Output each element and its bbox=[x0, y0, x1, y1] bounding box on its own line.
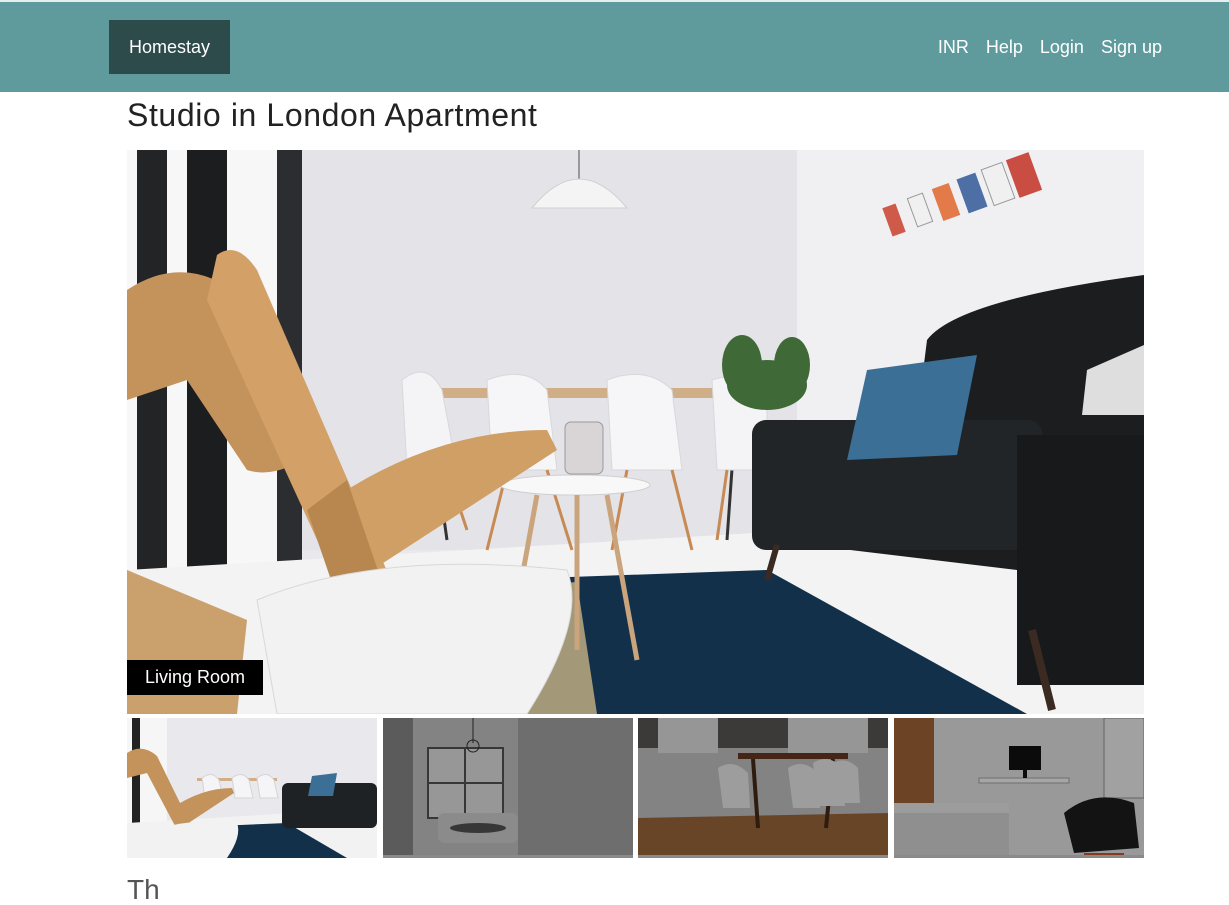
thumbnail-underline bbox=[894, 855, 1144, 858]
thumbnail-overlay bbox=[383, 718, 633, 858]
thumbnail-living-room-image bbox=[127, 718, 377, 858]
brand-logo-button[interactable]: Homestay bbox=[109, 20, 230, 74]
thumbnail-underline bbox=[383, 855, 633, 858]
navbar: Homestay INR Help Login Sign up bbox=[0, 2, 1229, 92]
nav-link-login[interactable]: Login bbox=[1040, 37, 1084, 58]
thumbnail-strip bbox=[127, 718, 1144, 860]
main-photo: Living Room bbox=[127, 150, 1144, 714]
thumbnail-dining[interactable] bbox=[638, 718, 888, 858]
thumbnail-overlay bbox=[894, 718, 1144, 858]
thumbnail-lounge[interactable] bbox=[383, 718, 633, 858]
nav-link-currency[interactable]: INR bbox=[938, 37, 969, 58]
thumbnail-underline bbox=[638, 855, 888, 858]
nav-link-help[interactable]: Help bbox=[986, 37, 1023, 58]
description-text: Th bbox=[127, 874, 160, 905]
thumbnail-overlay bbox=[638, 718, 888, 858]
nav-link-signup[interactable]: Sign up bbox=[1101, 37, 1162, 58]
thumbnail-living-room[interactable] bbox=[127, 718, 377, 858]
photo-caption: Living Room bbox=[127, 660, 264, 695]
living-room-photo bbox=[127, 150, 1144, 714]
nav-links: INR Help Login Sign up bbox=[938, 20, 1162, 74]
thumbnail-bedroom[interactable] bbox=[894, 718, 1144, 858]
page-title: Studio in London Apartment bbox=[127, 97, 538, 133]
